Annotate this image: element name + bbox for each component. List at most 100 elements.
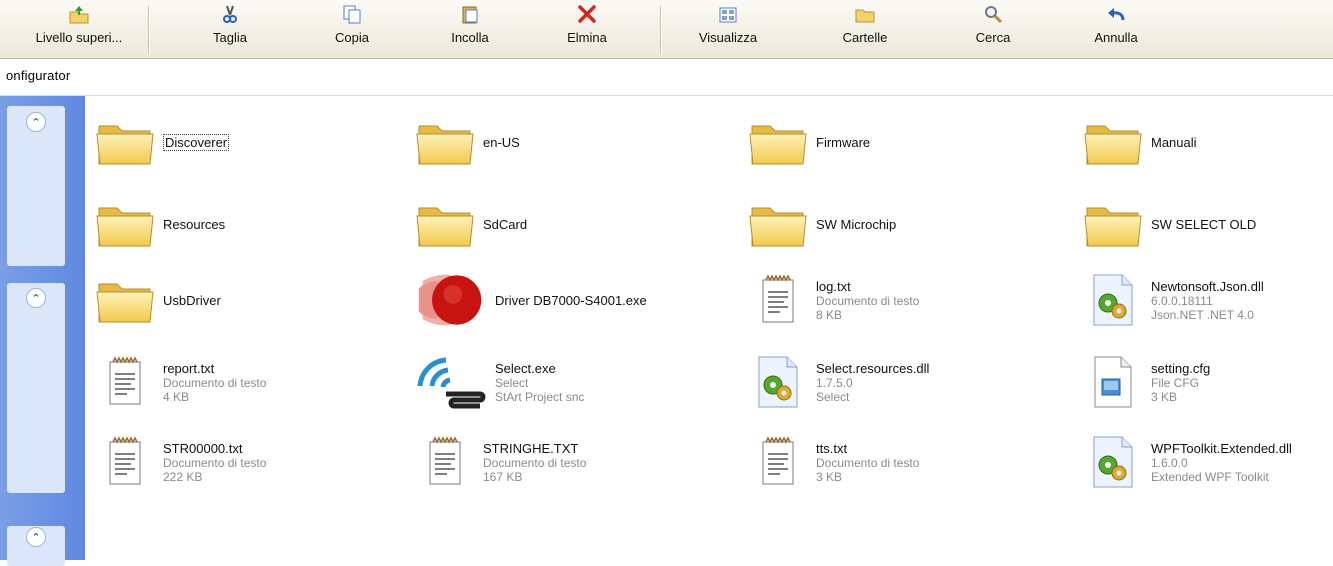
folder-icon [95, 270, 155, 330]
cut-button[interactable]: Taglia [190, 0, 270, 58]
file-meta-line2: Extended WPF Toolkit [1151, 469, 1269, 484]
config-file-icon [1083, 352, 1143, 412]
file-text-block: SW Microchip [816, 217, 896, 232]
file-text-block: Discoverer [163, 133, 230, 151]
folder-sw-microchip[interactable]: SW Microchip [748, 194, 896, 254]
file-name: SW Microchip [816, 216, 897, 232]
file-log-txt[interactable]: log.txt Documento di testo 8 KB [748, 270, 919, 330]
file-text-block: STR00000.txt Documento di testo 222 KB [163, 441, 266, 484]
file-wpftoolkit-extended-dll[interactable]: WPFToolkit.Extended.dll 1.6.0.0 Extended W… [1083, 432, 1292, 492]
file-newtonsoft-json-dll[interactable]: Newtonsoft.Json.dll 6.0.0.18111 Json.NET .… [1083, 270, 1264, 330]
file-name: Newtonsoft.Json.dll [1151, 278, 1264, 294]
file-text-block: SdCard [483, 217, 527, 232]
file-name: STRINGHE.TXT [483, 440, 579, 456]
folder-discoverer[interactable]: Discoverer [95, 112, 230, 172]
dll-gear-icon [1083, 432, 1143, 492]
copy-button[interactable]: Copia [312, 0, 392, 58]
text-document-icon [415, 432, 475, 492]
folder-usbdriver[interactable]: UsbDriver [95, 270, 221, 330]
folder-icon [748, 194, 808, 254]
folders-button[interactable]: Cartelle [820, 0, 910, 58]
file-meta-line2: 222 KB [163, 469, 203, 484]
text-document-icon [748, 432, 808, 492]
file-text-block: SW SELECT OLD [1151, 217, 1256, 232]
undo-icon [1105, 2, 1127, 24]
address-bar[interactable]: onfigurator [0, 59, 1333, 96]
collapse-chevron-icon[interactable]: ⌃ [26, 112, 46, 132]
search-button[interactable]: Cerca [953, 0, 1033, 58]
search-icon [983, 2, 1003, 24]
folders-label: Cartelle [842, 30, 888, 45]
folder-icon [95, 112, 155, 172]
delete-icon [577, 2, 597, 24]
file-text-block: Resources [163, 217, 225, 232]
folder-icon [415, 112, 475, 172]
file-name: SW SELECT OLD [1151, 216, 1257, 232]
folder-en-us[interactable]: en-US [415, 112, 520, 172]
delete-button[interactable]: Elmina [547, 0, 627, 58]
file-meta-line2: Select [816, 389, 850, 404]
address-text: onfigurator [6, 68, 71, 83]
file-meta-line1: Documento di testo [483, 455, 587, 470]
file-select-resources-dll[interactable]: Select.resources.dll 1.7.5.0 Select [748, 352, 929, 412]
file-text-block: Select.resources.dll 1.7.5.0 Select [816, 361, 929, 404]
folder-sdcard[interactable]: SdCard [415, 194, 527, 254]
file-setting-cfg[interactable]: setting.cfg File CFG 3 KB [1083, 352, 1210, 412]
folder-firmware[interactable]: Firmware [748, 112, 870, 172]
search-label: Cerca [975, 30, 1011, 45]
file-name: Driver DB7000-S4001.exe [495, 292, 647, 308]
file-meta-line2: 3 KB [1151, 389, 1178, 404]
file-text-block: UsbDriver [163, 293, 221, 308]
file-tts-txt[interactable]: tts.txt Documento di testo 3 KB [748, 432, 919, 492]
folder-icon [95, 194, 155, 254]
undo-button[interactable]: Annulla [1076, 0, 1156, 58]
collapse-chevron-icon[interactable]: ⌃ [26, 288, 46, 308]
file-name: Select.resources.dll [816, 360, 930, 376]
file-name: UsbDriver [163, 292, 221, 308]
delete-label: Elmina [567, 30, 607, 45]
file-name: en-US [483, 134, 520, 150]
folder-icon [415, 194, 475, 254]
file-text-block: Select.exe Select StArt Project snc [495, 361, 584, 404]
folder-icon [748, 112, 808, 172]
text-document-icon [95, 432, 155, 492]
select-app-icon [415, 352, 487, 412]
folder-manuali[interactable]: Manuali [1083, 112, 1197, 172]
folder-resources[interactable]: Resources [95, 194, 225, 254]
file-meta-line1: Select [495, 375, 529, 390]
file-name: Resources [163, 216, 226, 232]
toolbar-separator [148, 6, 149, 54]
file-text-block: Manuali [1151, 135, 1197, 150]
undo-label: Annulla [1094, 30, 1138, 45]
folder-up-icon [68, 2, 90, 24]
paste-icon [460, 2, 480, 24]
file-text-block: Driver DB7000-S4001.exe [495, 293, 647, 308]
up-level-label: Livello superi... [35, 30, 123, 45]
file-name: Firmware [816, 134, 871, 150]
file-str00000-txt[interactable]: STR00000.txt Documento di testo 222 KB [95, 432, 266, 492]
collapse-chevron-icon[interactable]: ⌃ [26, 527, 46, 547]
up-level-button[interactable]: Livello superi... [24, 0, 134, 58]
paste-label: Incolla [451, 30, 489, 45]
file-meta-line1: 1.6.0.0 [1151, 455, 1188, 470]
paste-button[interactable]: Incolla [430, 0, 510, 58]
text-document-icon [748, 270, 808, 330]
toolbar-separator [660, 6, 661, 54]
file-text-block: tts.txt Documento di testo 3 KB [816, 441, 919, 484]
scissors-icon [222, 2, 238, 24]
view-button[interactable]: Visualizza [683, 0, 773, 58]
task-panel-1: ⌃ [7, 106, 65, 266]
file-text-block: log.txt Documento di testo 8 KB [816, 279, 919, 322]
text-document-icon [95, 352, 155, 412]
file-text-block: WPFToolkit.Extended.dll 1.6.0.0 Extended W… [1151, 441, 1292, 484]
file-report-txt[interactable]: report.txt Documento di testo 4 KB [95, 352, 266, 412]
file-name: Discoverer [163, 133, 230, 151]
file-meta-line2: 4 KB [163, 389, 190, 404]
file-name: STR00000.txt [163, 440, 243, 456]
copy-icon [342, 2, 362, 24]
folder-sw-select-old[interactable]: SW SELECT OLD [1083, 194, 1256, 254]
file-driver-db7000-s4001-exe[interactable]: Driver DB7000-S4001.exe [415, 270, 647, 330]
file-stringhe-txt[interactable]: STRINGHE.TXT Documento di testo 167 KB [415, 432, 586, 492]
file-select-exe[interactable]: Select.exe Select StArt Project snc [415, 352, 584, 412]
folders-icon [854, 2, 876, 24]
